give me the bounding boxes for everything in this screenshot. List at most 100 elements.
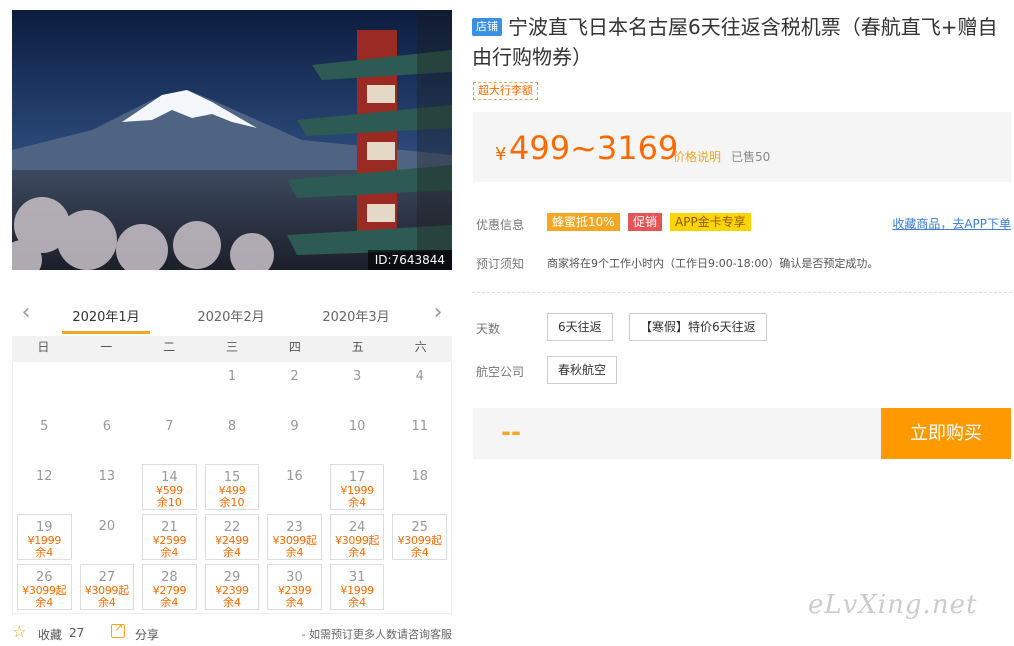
calendar-day-body[interactable]: 30 ¥2399 余4 — [267, 564, 322, 610]
share-button[interactable]: 分享 — [135, 626, 159, 643]
tab-month-mar[interactable]: 2020年3月 — [308, 306, 404, 325]
calendar-day-cell: 16 — [263, 462, 326, 512]
consult-note: - 如需预订更多人数请咨询客服 — [301, 628, 452, 641]
calendar-day-body[interactable]: 21 ¥2599 余4 — [142, 514, 197, 560]
weekday-label: 日 — [37, 340, 50, 354]
option-airline-spring[interactable]: 春秋航空 — [547, 356, 618, 384]
calendar-day-body — [392, 564, 447, 610]
calendar-day-body: 2 — [267, 364, 322, 410]
calendar-day-body[interactable]: 31 ¥1999 余4 — [329, 564, 385, 610]
calendar-day-cell[interactable]: 31 ¥1999 余4 — [326, 562, 389, 612]
offers-label: 优惠信息 — [476, 218, 525, 232]
calendar-day-body: 20 — [80, 514, 135, 560]
favorite-button[interactable]: 收藏 — [38, 626, 62, 643]
calendar-day-number: 25 — [411, 520, 428, 535]
star-icon[interactable]: ☆ — [12, 624, 26, 640]
option-days-6[interactable]: 6天往返 — [547, 313, 613, 341]
buy-now-button[interactable]: 立即购买 — [881, 408, 1011, 459]
chevron-right-icon[interactable]: › — [428, 302, 448, 326]
calendar-day-cell[interactable]: 28 ¥2799 余4 — [138, 562, 201, 612]
calendar-day-cell[interactable]: 15 ¥499 余10 — [201, 462, 264, 512]
calendar-day-cell: 11 — [388, 412, 451, 462]
calendar-day-body — [80, 364, 135, 410]
weekday-label: 一 — [100, 340, 113, 354]
calendar-day-number: 8 — [227, 419, 237, 434]
calendar-day-stock: 余4 — [348, 546, 367, 559]
calendar-day-body[interactable]: 23 ¥3099起 余4 — [267, 514, 322, 560]
calendar-day-cell: 10 — [326, 412, 389, 462]
calendar-day-body[interactable]: 17 ¥1999 余4 — [329, 464, 385, 510]
calendar-day-cell: 4 — [388, 362, 451, 412]
calendar-day-cell[interactable]: 29 ¥2399 余4 — [201, 562, 264, 612]
calendar-day-number: 7 — [165, 419, 174, 434]
calendar-day-number: 4 — [415, 369, 424, 384]
chevron-left-icon[interactable]: ‹ — [16, 302, 36, 326]
weekday-label: 六 — [414, 340, 427, 354]
calendar-day-cell[interactable]: 21 ¥2599 余4 — [138, 512, 201, 562]
calendar-day-cell[interactable]: 19 ¥1999 余4 — [13, 512, 76, 562]
calendar-day-number: 21 — [161, 520, 178, 535]
calendar-day-body[interactable]: 14 ¥599 余10 — [142, 464, 197, 510]
calendar-day-body: 1 — [205, 364, 260, 410]
calendar-day-cell[interactable]: 30 ¥2399 余4 — [263, 562, 326, 612]
currency-symbol: ¥ — [495, 144, 507, 165]
calendar-day-stock: 余4 — [160, 596, 179, 609]
calendar-grid: 1 2 3 4 5 6 7 8 9 10 11 12 13 14 ¥599 余10 15 ¥499 余10 16 17 ¥… — [12, 362, 452, 614]
calendar-day-cell[interactable]: 25 ¥3099起 余4 — [388, 512, 451, 562]
calendar-day-number: 15 — [223, 470, 241, 485]
calendar-day-stock: 余4 — [348, 596, 367, 609]
selected-price: -- — [501, 418, 521, 446]
calendar-day-cell[interactable]: 17 ¥1999 余4 — [326, 462, 389, 512]
app-order-link[interactable]: 收藏商品，去APP下单 — [892, 215, 1011, 232]
calendar-day-stock: 余4 — [97, 596, 116, 609]
share-icon[interactable] — [111, 621, 125, 638]
calendar-empty-cell — [13, 362, 76, 412]
calendar-day-body[interactable]: 15 ¥499 余10 — [204, 464, 260, 510]
booking-notice: 商家将在9个工作小时内（工作日9:00-18:00）确认是否预定成功。 — [547, 257, 879, 270]
calendar-day-cell: 2 — [263, 362, 326, 412]
promo-tag-app: APP金卡专享 — [670, 213, 751, 231]
calendar-day-body[interactable]: 28 ¥2799 余4 — [142, 564, 197, 610]
calendar-day-body[interactable]: 24 ¥3099起 余4 — [329, 514, 385, 560]
price-note-link[interactable]: 价格说明 — [673, 148, 721, 165]
calendar-day-number: 11 — [411, 419, 428, 434]
calendar-day-cell[interactable]: 27 ¥3099起 余4 — [76, 562, 139, 612]
divider — [472, 292, 1012, 293]
option-days-winter[interactable]: 【寒假】特价6天往返 — [629, 313, 767, 341]
calendar-day-body[interactable]: 27 ¥3099起 余4 — [79, 564, 135, 610]
calendar-day-number: 1 — [227, 369, 237, 384]
calendar-day-stock: 余4 — [410, 546, 429, 559]
tab-month-jan[interactable]: 2020年1月 — [58, 306, 154, 334]
calendar-day-cell: 13 — [76, 462, 139, 512]
calendar-day-body[interactable]: 26 ¥3099起 余4 — [17, 564, 72, 610]
calendar-day-number: 22 — [223, 520, 241, 535]
calendar-day-body[interactable]: 19 ¥1999 余4 — [17, 514, 72, 560]
calendar-day-cell[interactable]: 24 ¥3099起 余4 — [326, 512, 389, 562]
calendar-day-cell[interactable]: 26 ¥3099起 余4 — [13, 562, 76, 612]
calendar-day-body: 9 — [267, 414, 322, 460]
calendar-day-body[interactable]: 25 ¥3099起 余4 — [392, 514, 447, 560]
mount-fuji-pagoda-image — [12, 10, 452, 270]
calendar-day-body — [142, 364, 197, 410]
calendar-day-stock: 余4 — [35, 546, 54, 559]
calendar-day-body[interactable]: 22 ¥2499 余4 — [204, 514, 260, 560]
calendar-day-number: 18 — [411, 469, 428, 484]
calendar-day-cell[interactable]: 14 ¥599 余10 — [138, 462, 201, 512]
calendar-day-body[interactable]: 29 ¥2399 余4 — [204, 564, 260, 610]
tab-month-feb[interactable]: 2020年2月 — [183, 306, 279, 325]
calendar-month-nav: ‹ 2020年1月 2020年2月 2020年3月 › — [12, 296, 452, 336]
calendar-day-body: 18 — [392, 464, 447, 510]
promo-tag-honey: 蜂蜜抵10% — [547, 213, 620, 231]
calendar-day-body: 3 — [330, 364, 385, 410]
calendar-day-number: 14 — [161, 470, 178, 485]
favorite-count: 27 — [69, 626, 85, 640]
calendar-day-body: 5 — [17, 414, 72, 460]
calendar-empty-cell — [76, 362, 139, 412]
calendar-day-number: 17 — [348, 470, 366, 485]
calendar-day-cell[interactable]: 22 ¥2499 余4 — [201, 512, 264, 562]
calendar-day-number: 3 — [352, 369, 362, 384]
calendar-day-cell[interactable]: 23 ¥3099起 余4 — [263, 512, 326, 562]
calendar-day-cell: 20 — [76, 512, 139, 562]
days-label: 天数 — [476, 322, 501, 336]
calendar-day-number: 19 — [36, 520, 53, 535]
